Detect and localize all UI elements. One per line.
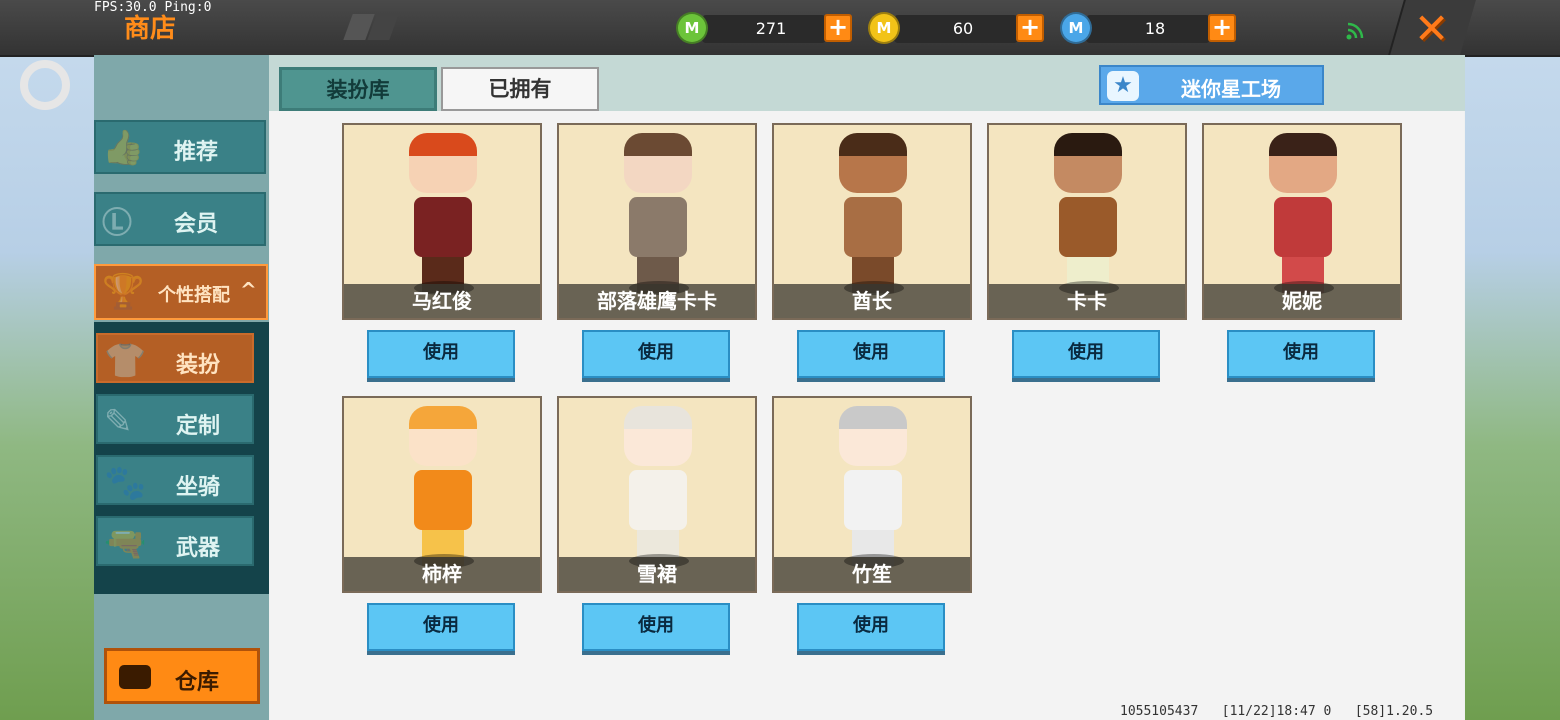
sidebar-item-custom[interactable]: ✎ 定制: [96, 394, 254, 444]
costume-name: 卡卡: [1067, 289, 1107, 313]
character-figure: [384, 406, 502, 566]
currency-value: 60: [952, 19, 974, 38]
sidebar-item-costume[interactable]: 👕 装扮: [96, 333, 254, 383]
trophy-icon: 🏆: [102, 272, 145, 312]
sidebar-item-label: 个性搭配: [158, 285, 230, 306]
tab-wardrobe[interactable]: 装扮库: [279, 67, 437, 111]
character-body: [844, 470, 902, 530]
character-head: [1054, 133, 1122, 193]
costume-name: 雪裙: [637, 562, 677, 586]
tab-header: 装扮库 已拥有 ★ 迷你星工场: [269, 55, 1465, 111]
star-icon: ★: [1107, 71, 1139, 101]
costume-card[interactable]: 妮妮: [1202, 123, 1402, 320]
add-green-gem-button[interactable]: +: [824, 14, 852, 42]
gold-coin-icon: M: [868, 12, 900, 44]
top-bar: FPS:30.0 Ping:0 商店 M 271 + M 60 + M 18 +…: [0, 0, 1560, 57]
sidebar-item-personal-style[interactable]: 🏆 个性搭配 ^: [94, 264, 268, 320]
sidebar-item-weapon[interactable]: 🔫 武器: [96, 516, 254, 566]
user-id: 1055105437: [1120, 704, 1199, 719]
sidebar-item-label: 装扮: [176, 353, 221, 378]
vip-icon: Ⓛ: [102, 206, 132, 241]
character-body: [414, 470, 472, 530]
costume-name: 柿梓: [422, 562, 462, 586]
character-figure: [1244, 133, 1362, 293]
sidebar-item-label: 定制: [176, 414, 221, 439]
mini-workshop-button[interactable]: ★ 迷你星工场: [1099, 65, 1324, 105]
version-footer: 1055105437 [11/22]18:47 0 [58]1.20.5: [1120, 704, 1433, 719]
character-head: [409, 133, 477, 193]
costume-name: 妮妮: [1282, 289, 1322, 313]
use-button[interactable]: 使用: [367, 330, 515, 378]
chevron-up-icon: ^: [240, 278, 257, 302]
sidebar-item-mount[interactable]: 🐾 坐骑: [96, 455, 254, 505]
blue-m-coin-icon: M: [1060, 12, 1092, 44]
sidebar-item-label: 会员: [174, 212, 219, 237]
costume-card[interactable]: 马红俊: [342, 123, 542, 320]
pencil-ruler-icon: ✎: [104, 402, 133, 442]
costume-card[interactable]: 部落雄鹰卡卡: [557, 123, 757, 320]
costume-card[interactable]: 卡卡: [987, 123, 1187, 320]
page-title: 商店: [124, 14, 177, 44]
character-head: [624, 406, 692, 466]
character-figure: [599, 133, 717, 293]
use-button[interactable]: 使用: [1227, 330, 1375, 378]
thumbs-up-icon: 👍: [102, 128, 145, 168]
character-head: [839, 406, 907, 466]
use-button[interactable]: 使用: [582, 330, 730, 378]
character-body: [1059, 197, 1117, 257]
character-body: [1274, 197, 1332, 257]
costume-grid: 马红俊 使用 部落雄鹰卡卡 使用 酋长 使用 卡卡 使用 妮妮 使用 柿梓 使用 雪裙 使用 竹笙 使用: [270, 111, 1464, 720]
menu-circle-button[interactable]: [20, 60, 70, 110]
use-button[interactable]: 使用: [797, 603, 945, 651]
version: [58]1.20.5: [1354, 704, 1434, 719]
sidebar-item-label: 武器: [176, 536, 221, 561]
warehouse-label: 仓库: [175, 670, 220, 695]
character-figure: [814, 133, 932, 293]
tab-owned[interactable]: 已拥有: [441, 67, 599, 111]
use-button[interactable]: 使用: [797, 330, 945, 378]
timestamp: [11/22]18:47 0: [1221, 704, 1332, 719]
character-head: [624, 133, 692, 193]
currency-value: 271: [755, 19, 787, 38]
sidebar-item-vip[interactable]: Ⓛ 会员: [94, 192, 266, 246]
chest-icon: [119, 665, 151, 689]
character-head: [839, 133, 907, 193]
signal-icon: [1346, 22, 1364, 40]
sidebar-item-label: 推荐: [174, 140, 219, 165]
warehouse-button[interactable]: 仓库: [104, 648, 260, 704]
revolver-icon: 🔫: [104, 524, 147, 564]
shirt-icon: 👕: [104, 341, 147, 381]
character-body: [414, 197, 472, 257]
costume-name: 酋长: [852, 289, 892, 313]
costume-name: 部落雄鹰卡卡: [597, 289, 717, 313]
character-figure: [599, 406, 717, 566]
character-body: [629, 470, 687, 530]
costume-name: 马红俊: [412, 289, 472, 313]
sidebar-item-recommend[interactable]: 👍 推荐: [94, 120, 266, 174]
character-body: [844, 197, 902, 257]
costume-card[interactable]: 雪裙: [557, 396, 757, 593]
character-figure: [1029, 133, 1147, 293]
costume-card[interactable]: 酋长: [772, 123, 972, 320]
use-button[interactable]: 使用: [582, 603, 730, 651]
character-figure: [384, 133, 502, 293]
costume-name: 竹笙: [852, 562, 892, 586]
green-gem-icon: M: [676, 12, 708, 44]
currency-value: 18: [1144, 19, 1166, 38]
character-figure: [814, 406, 932, 566]
add-blue-coin-button[interactable]: +: [1208, 14, 1236, 42]
character-body: [629, 197, 687, 257]
sidebar-item-label: 坐骑: [176, 475, 221, 500]
character-head: [409, 406, 477, 466]
close-icon[interactable]: ✕: [1414, 4, 1449, 53]
use-button[interactable]: 使用: [367, 603, 515, 651]
add-gold-coin-button[interactable]: +: [1016, 14, 1044, 42]
costume-card[interactable]: 竹笙: [772, 396, 972, 593]
character-head: [1269, 133, 1337, 193]
mount-icon: 🐾: [104, 463, 147, 503]
workshop-label: 迷你星工场: [1181, 77, 1281, 101]
use-button[interactable]: 使用: [1012, 330, 1160, 378]
costume-card[interactable]: 柿梓: [342, 396, 542, 593]
